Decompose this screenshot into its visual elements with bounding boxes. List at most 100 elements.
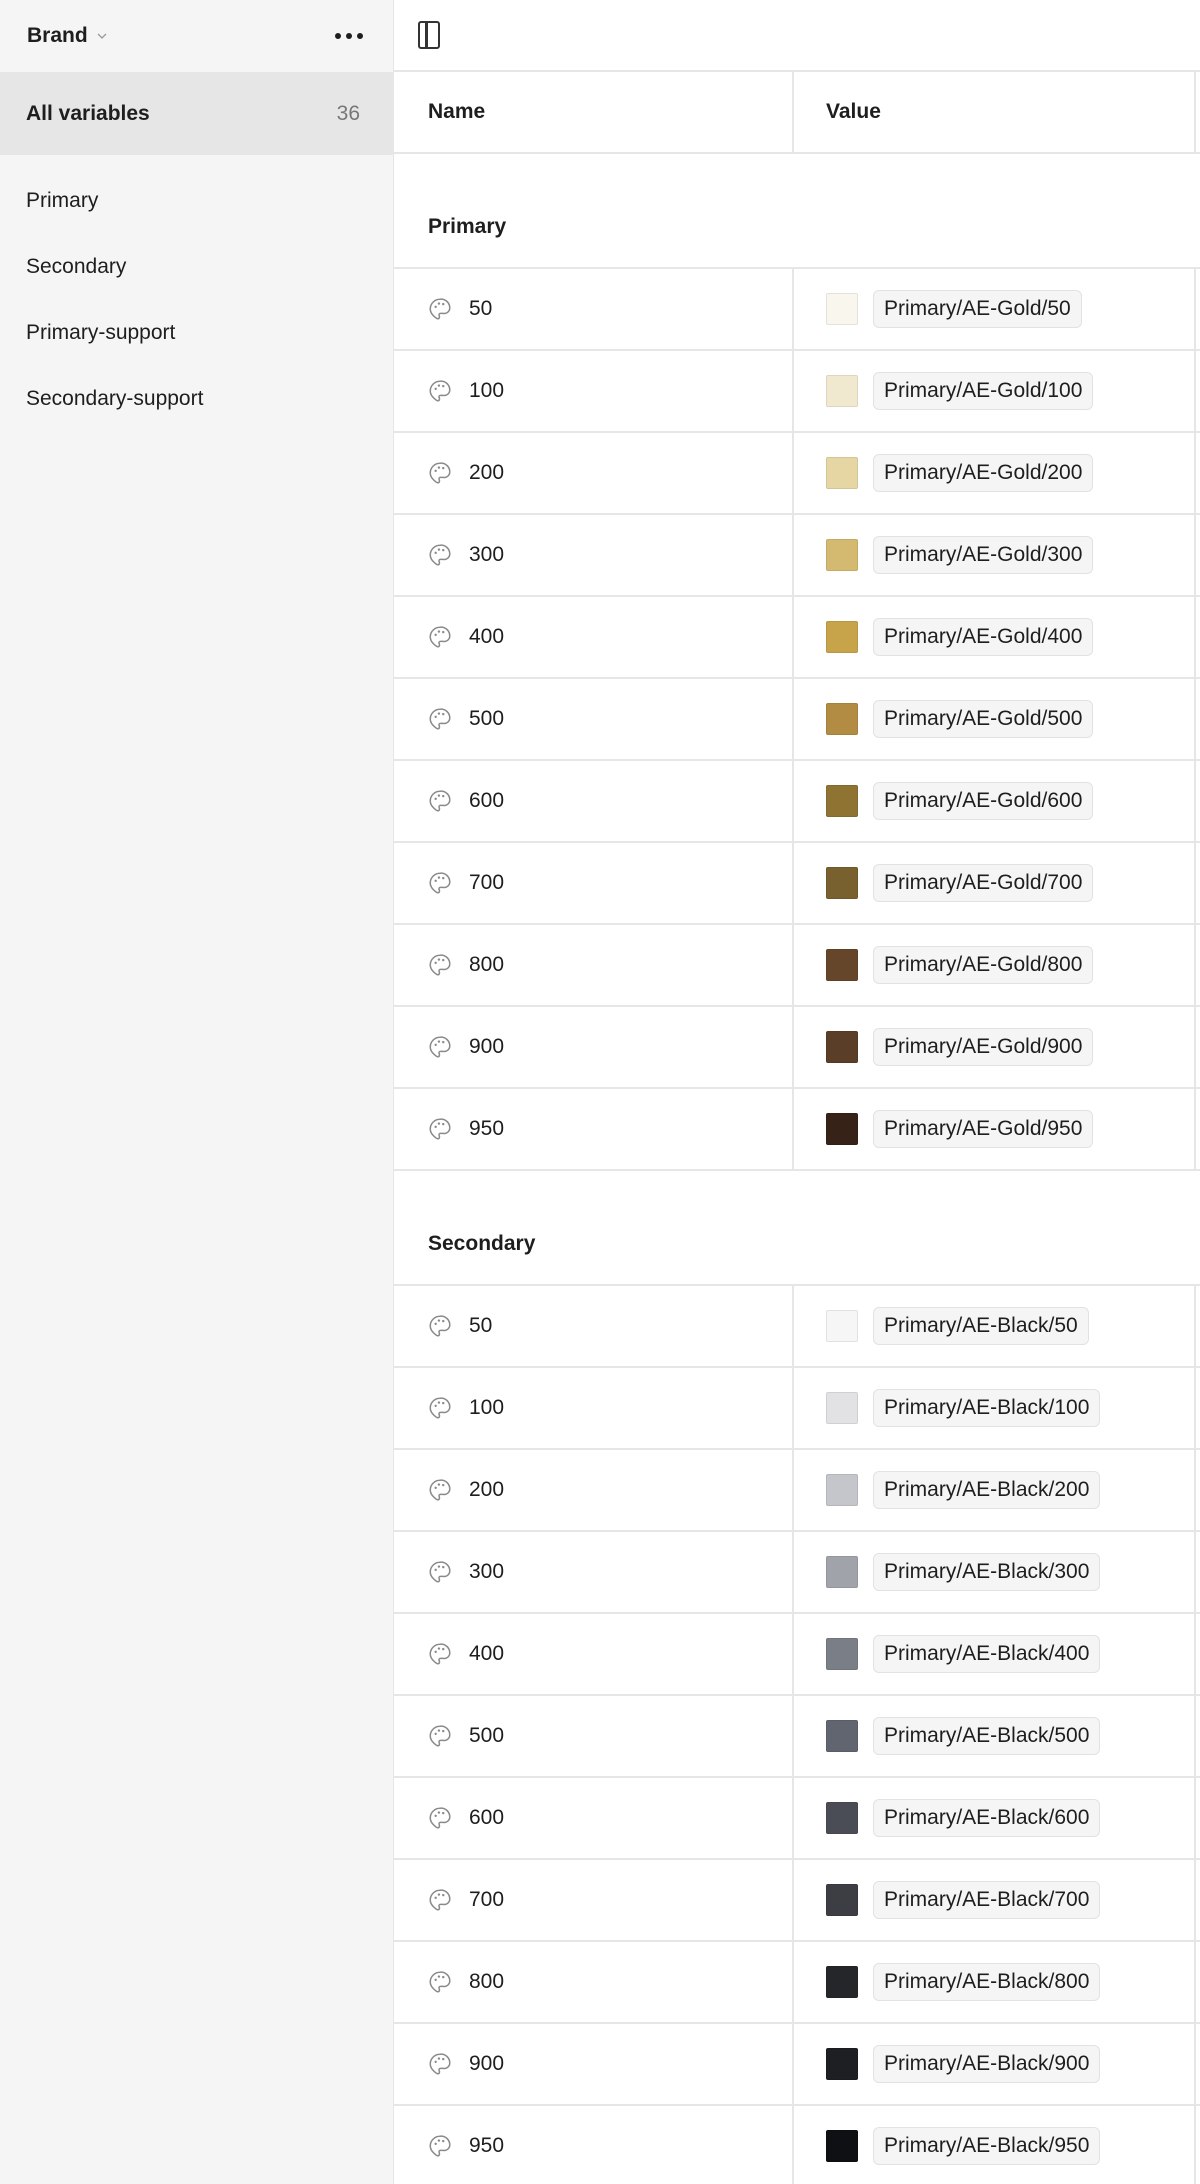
table-row[interactable]: 50 Primary/AE-Gold/50 bbox=[394, 269, 1200, 351]
alias-pill[interactable]: Primary/AE-Gold/950 bbox=[873, 1110, 1094, 1148]
variable-name-cell[interactable]: 700 bbox=[394, 1860, 794, 1940]
color-swatch[interactable] bbox=[826, 703, 858, 735]
variable-value-cell[interactable]: Primary/AE-Gold/900 bbox=[794, 1007, 1196, 1087]
alias-pill[interactable]: Primary/AE-Gold/200 bbox=[873, 454, 1094, 492]
alias-pill[interactable]: Primary/AE-Black/300 bbox=[873, 1553, 1101, 1591]
sidebar-item-all-variables[interactable]: All variables 36 bbox=[0, 72, 393, 155]
alias-pill[interactable]: Primary/AE-Black/400 bbox=[873, 1635, 1101, 1673]
alias-pill[interactable]: Primary/AE-Gold/500 bbox=[873, 700, 1094, 738]
variable-name-cell[interactable]: 600 bbox=[394, 761, 794, 841]
color-swatch[interactable] bbox=[826, 1474, 858, 1506]
table-row[interactable]: 100 Primary/AE-Black/100 bbox=[394, 1368, 1200, 1450]
table-row[interactable]: 50 Primary/AE-Black/50 bbox=[394, 1286, 1200, 1368]
variable-name-cell[interactable]: 300 bbox=[394, 515, 794, 595]
color-swatch[interactable] bbox=[826, 539, 858, 571]
table-row[interactable]: 300 Primary/AE-Black/300 bbox=[394, 1532, 1200, 1614]
alias-pill[interactable]: Primary/AE-Gold/600 bbox=[873, 782, 1094, 820]
variable-name-cell[interactable]: 900 bbox=[394, 1007, 794, 1087]
table-row[interactable]: 100 Primary/AE-Gold/100 bbox=[394, 351, 1200, 433]
alias-pill[interactable]: Primary/AE-Gold/400 bbox=[873, 618, 1094, 656]
sidebar-toggle-icon[interactable] bbox=[418, 21, 440, 49]
variable-value-cell[interactable]: Primary/AE-Black/800 bbox=[794, 1942, 1196, 2022]
color-swatch[interactable] bbox=[826, 457, 858, 489]
alias-pill[interactable]: Primary/AE-Black/800 bbox=[873, 1963, 1101, 2001]
alias-pill[interactable]: Primary/AE-Gold/800 bbox=[873, 946, 1094, 984]
table-row[interactable]: 400 Primary/AE-Black/400 bbox=[394, 1614, 1200, 1696]
table-row[interactable]: 700 Primary/AE-Gold/700 bbox=[394, 843, 1200, 925]
alias-pill[interactable]: Primary/AE-Black/600 bbox=[873, 1799, 1101, 1837]
table-row[interactable]: 400 Primary/AE-Gold/400 bbox=[394, 597, 1200, 679]
table-row[interactable]: 200 Primary/AE-Gold/200 bbox=[394, 433, 1200, 515]
color-swatch[interactable] bbox=[826, 375, 858, 407]
color-swatch[interactable] bbox=[826, 621, 858, 653]
color-swatch[interactable] bbox=[826, 1966, 858, 1998]
variable-value-cell[interactable]: Primary/AE-Black/500 bbox=[794, 1696, 1196, 1776]
alias-pill[interactable]: Primary/AE-Black/100 bbox=[873, 1389, 1101, 1427]
color-swatch[interactable] bbox=[826, 1720, 858, 1752]
alias-pill[interactable]: Primary/AE-Black/900 bbox=[873, 2045, 1101, 2083]
table-row[interactable]: 900 Primary/AE-Gold/900 bbox=[394, 1007, 1200, 1089]
table-row[interactable]: 950 Primary/AE-Gold/950 bbox=[394, 1089, 1200, 1171]
table-row[interactable]: 500 Primary/AE-Gold/500 bbox=[394, 679, 1200, 761]
column-header-value[interactable]: Value bbox=[794, 72, 1196, 152]
table-row[interactable]: 950 Primary/AE-Black/950 bbox=[394, 2106, 1200, 2184]
variable-name-cell[interactable]: 800 bbox=[394, 1942, 794, 2022]
variable-value-cell[interactable]: Primary/AE-Black/950 bbox=[794, 2106, 1196, 2184]
variable-name-cell[interactable]: 600 bbox=[394, 1778, 794, 1858]
alias-pill[interactable]: Primary/AE-Black/50 bbox=[873, 1307, 1089, 1345]
alias-pill[interactable]: Primary/AE-Gold/50 bbox=[873, 290, 1082, 328]
alias-pill[interactable]: Primary/AE-Black/500 bbox=[873, 1717, 1101, 1755]
variable-name-cell[interactable]: 200 bbox=[394, 433, 794, 513]
color-swatch[interactable] bbox=[826, 785, 858, 817]
color-swatch[interactable] bbox=[826, 1031, 858, 1063]
variable-name-cell[interactable]: 700 bbox=[394, 843, 794, 923]
color-swatch[interactable] bbox=[826, 293, 858, 325]
variable-name-cell[interactable]: 500 bbox=[394, 1696, 794, 1776]
color-swatch[interactable] bbox=[826, 2130, 858, 2162]
variable-value-cell[interactable]: Primary/AE-Gold/100 bbox=[794, 351, 1196, 431]
color-swatch[interactable] bbox=[826, 949, 858, 981]
table-row[interactable]: 300 Primary/AE-Gold/300 bbox=[394, 515, 1200, 597]
variable-value-cell[interactable]: Primary/AE-Gold/300 bbox=[794, 515, 1196, 595]
alias-pill[interactable]: Primary/AE-Gold/300 bbox=[873, 536, 1094, 574]
color-swatch[interactable] bbox=[826, 1884, 858, 1916]
variable-name-cell[interactable]: 300 bbox=[394, 1532, 794, 1612]
variable-name-cell[interactable]: 100 bbox=[394, 1368, 794, 1448]
alias-pill[interactable]: Primary/AE-Black/700 bbox=[873, 1881, 1101, 1919]
color-swatch[interactable] bbox=[826, 2048, 858, 2080]
variable-value-cell[interactable]: Primary/AE-Gold/800 bbox=[794, 925, 1196, 1005]
variable-value-cell[interactable]: Primary/AE-Black/50 bbox=[794, 1286, 1196, 1366]
variable-value-cell[interactable]: Primary/AE-Black/700 bbox=[794, 1860, 1196, 1940]
variable-value-cell[interactable]: Primary/AE-Black/400 bbox=[794, 1614, 1196, 1694]
color-swatch[interactable] bbox=[826, 1310, 858, 1342]
variable-name-cell[interactable]: 50 bbox=[394, 1286, 794, 1366]
color-swatch[interactable] bbox=[826, 1638, 858, 1670]
alias-pill[interactable]: Primary/AE-Gold/900 bbox=[873, 1028, 1094, 1066]
variable-name-cell[interactable]: 950 bbox=[394, 2106, 794, 2184]
variable-value-cell[interactable]: Primary/AE-Black/200 bbox=[794, 1450, 1196, 1530]
table-row[interactable]: 900 Primary/AE-Black/900 bbox=[394, 2024, 1200, 2106]
alias-pill[interactable]: Primary/AE-Black/200 bbox=[873, 1471, 1101, 1509]
variable-value-cell[interactable]: Primary/AE-Gold/50 bbox=[794, 269, 1196, 349]
table-row[interactable]: 800 Primary/AE-Gold/800 bbox=[394, 925, 1200, 1007]
variable-value-cell[interactable]: Primary/AE-Gold/600 bbox=[794, 761, 1196, 841]
variable-value-cell[interactable]: Primary/AE-Gold/500 bbox=[794, 679, 1196, 759]
sidebar-item-primary-support[interactable]: Primary-support bbox=[0, 300, 393, 366]
table-row[interactable]: 700 Primary/AE-Black/700 bbox=[394, 1860, 1200, 1942]
color-swatch[interactable] bbox=[826, 1802, 858, 1834]
color-swatch[interactable] bbox=[826, 1113, 858, 1145]
variable-value-cell[interactable]: Primary/AE-Gold/950 bbox=[794, 1089, 1196, 1169]
variable-value-cell[interactable]: Primary/AE-Black/600 bbox=[794, 1778, 1196, 1858]
column-header-name[interactable]: Name bbox=[394, 72, 794, 152]
variable-name-cell[interactable]: 800 bbox=[394, 925, 794, 1005]
variable-name-cell[interactable]: 900 bbox=[394, 2024, 794, 2104]
variable-name-cell[interactable]: 500 bbox=[394, 679, 794, 759]
more-options-button[interactable] bbox=[329, 27, 369, 45]
variable-name-cell[interactable]: 400 bbox=[394, 597, 794, 677]
alias-pill[interactable]: Primary/AE-Gold/700 bbox=[873, 864, 1094, 902]
alias-pill[interactable]: Primary/AE-Gold/100 bbox=[873, 372, 1094, 410]
color-swatch[interactable] bbox=[826, 867, 858, 899]
table-row[interactable]: 600 Primary/AE-Gold/600 bbox=[394, 761, 1200, 843]
variable-name-cell[interactable]: 100 bbox=[394, 351, 794, 431]
sidebar-item-secondary[interactable]: Secondary bbox=[0, 234, 393, 300]
